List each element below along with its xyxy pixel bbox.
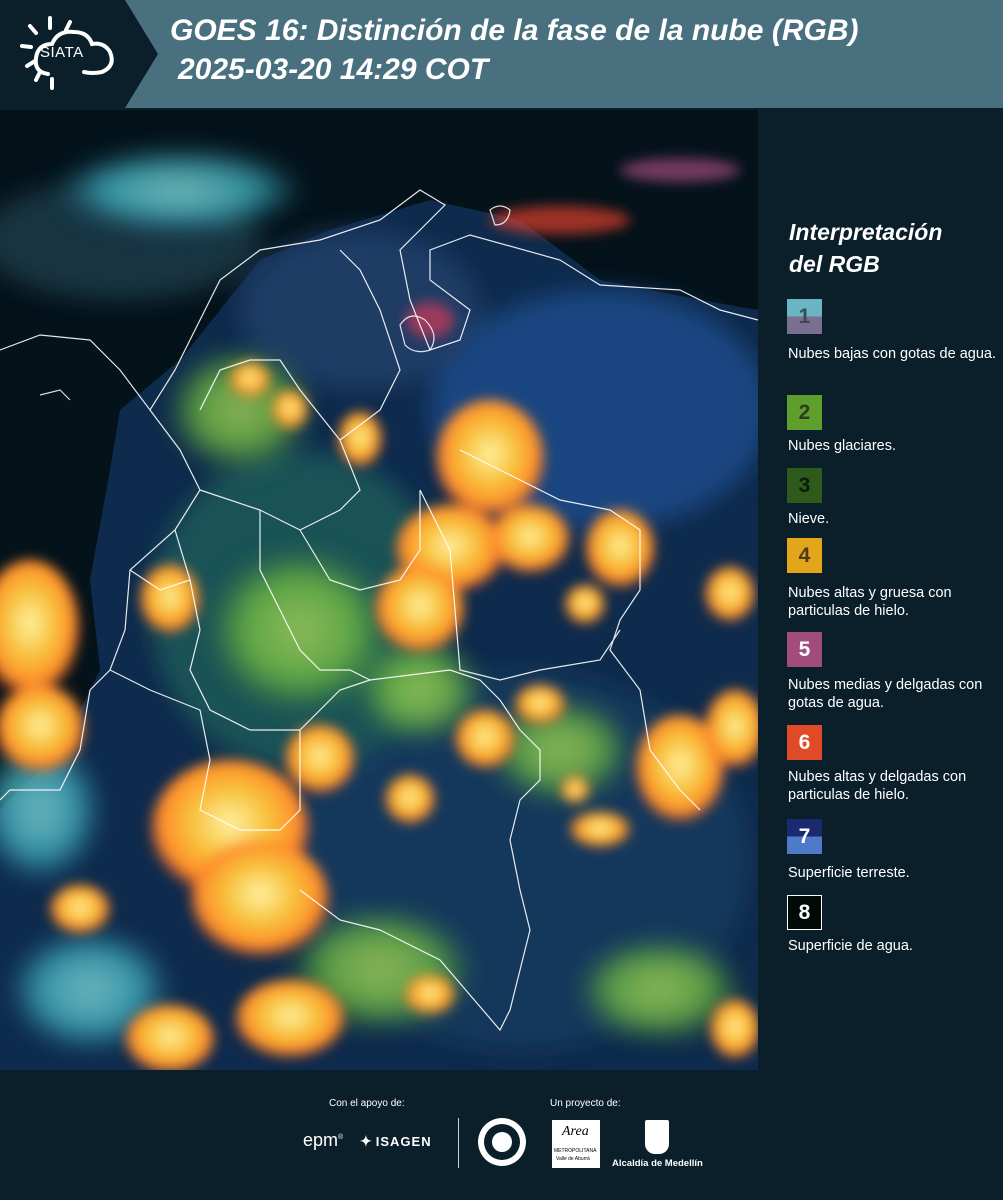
- legend-swatch-5: 5: [787, 632, 822, 667]
- legend-swatch-number: 2: [798, 400, 811, 424]
- legend-swatch-3: 3: [787, 468, 822, 503]
- legend-swatch-7: 7: [787, 819, 822, 854]
- legend-swatch-number: 8: [798, 900, 811, 924]
- legend-label-7: Superficie terreste.: [788, 865, 910, 881]
- legend-swatch-number: 5: [798, 637, 811, 661]
- siata-logo-text: SIATA: [40, 44, 84, 61]
- footer: Con el apoyo de: Un proyecto de: epm® ✦ I…: [0, 1070, 1003, 1200]
- legend-swatch-1: 1: [787, 299, 822, 334]
- satellite-image: [0, 110, 758, 1070]
- legend-title-line1: Interpretación: [789, 219, 943, 245]
- legend-label-1: Nubes bajas con gotas de agua.: [788, 346, 996, 362]
- epm-logo-text: epm: [303, 1130, 339, 1150]
- project-label: Un proyecto de:: [550, 1098, 621, 1109]
- support-label: Con el apoyo de:: [329, 1098, 405, 1109]
- legend-swatch-number: 1: [798, 304, 811, 328]
- legend-swatch-number: 7: [798, 824, 811, 848]
- isagen-logo: ✦ ISAGEN: [360, 1133, 432, 1150]
- satellite-rgb-map: [0, 110, 758, 1070]
- area-metropolitana-logo: Area METROPOLITANA Valle de Aburrá: [552, 1120, 600, 1168]
- isagen-mark-icon: ✦: [360, 1133, 373, 1149]
- legend-label-8: Superficie de agua.: [788, 938, 913, 954]
- legend-swatch-number: 4: [798, 543, 811, 567]
- legend-label-6: Nubes altas y delgadas con particulas de…: [788, 769, 967, 803]
- legend-title: Interpretación del RGB: [789, 216, 989, 280]
- alcaldia-logo-text: Alcaldía de Medellín: [612, 1158, 703, 1169]
- legend-swatch-8: 8: [787, 895, 822, 930]
- header-bar: SIATA GOES 16: Distinción de la fase de …: [0, 0, 1003, 108]
- footer-divider: [458, 1118, 459, 1168]
- legend-swatch-6: 6: [787, 725, 822, 760]
- legend-label-4: Nubes altas y gruesa con particulas de h…: [788, 585, 952, 619]
- legend-swatch-2: 2: [787, 395, 822, 430]
- legend-label-5: Nubes medias y delgadas con gotas de agu…: [788, 677, 983, 711]
- area-logo-script: Area: [562, 1124, 589, 1139]
- legend-label-2: Nubes glaciares.: [788, 438, 896, 454]
- legend-label-3: Nieve.: [788, 511, 830, 527]
- legend-panel: Interpretación del RGB 1 Nubes bajas con…: [760, 110, 1003, 1070]
- page-title: GOES 16: Distinción de la fase de la nub…: [170, 14, 859, 47]
- legend-swatch-number: 6: [798, 730, 811, 754]
- university-seal-center: [492, 1132, 512, 1152]
- university-seal-logo: [478, 1118, 526, 1166]
- legend-title-line2: del RGB: [789, 251, 880, 277]
- legend-swatch-number: 3: [798, 473, 811, 497]
- page-timestamp: 2025-03-20 14:29 COT: [178, 53, 489, 86]
- area-logo-line2: METROPOLITANA: [554, 1148, 597, 1154]
- alcaldia-shield-icon: [645, 1120, 669, 1154]
- isagen-logo-text: ISAGEN: [375, 1134, 432, 1149]
- siata-logo: SIATA: [0, 0, 158, 108]
- epm-logo: epm®: [303, 1130, 344, 1150]
- legend-swatch-4: 4: [787, 538, 822, 573]
- area-logo-line3: Valle de Aburrá: [556, 1156, 590, 1162]
